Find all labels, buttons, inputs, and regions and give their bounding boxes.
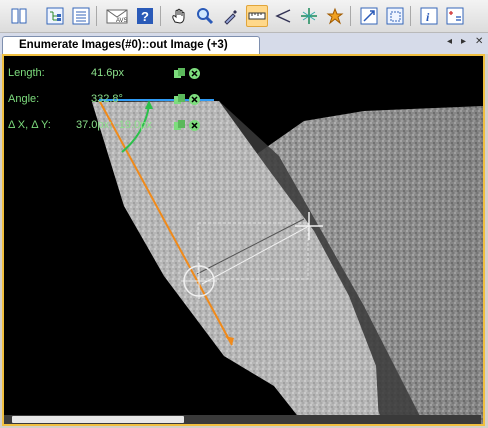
star-marker-button[interactable] xyxy=(324,5,346,27)
hand-pan-icon xyxy=(172,8,185,24)
image-viewer[interactable]: Length: 41.6px Angle: 332.8° Δ X, Δ Y: 3… xyxy=(2,54,485,426)
ruler-button[interactable] xyxy=(246,5,268,27)
avs-mail-icon: AVS xyxy=(106,9,128,24)
tab-strip: Enumerate Images(#0)::out Image (+3) xyxy=(0,33,488,54)
copy-angle-icon[interactable] xyxy=(174,94,186,105)
angle-label: Angle: xyxy=(8,93,40,105)
zoom-button[interactable] xyxy=(194,5,216,27)
angle-tool-icon xyxy=(275,9,291,23)
toolbar: AVS ? i xyxy=(0,0,488,33)
diagonal-resize-button[interactable] xyxy=(358,5,380,27)
svg-text:AVS: AVS xyxy=(116,18,128,24)
copy-length-icon[interactable] xyxy=(174,68,186,79)
remove-delta-icon[interactable] xyxy=(189,120,200,131)
color-picker-button[interactable] xyxy=(220,5,242,27)
info-icon: i xyxy=(420,7,438,25)
grayscale-image xyxy=(92,99,483,424)
tree-view-button[interactable] xyxy=(44,5,66,27)
avs-mail-button[interactable]: AVS xyxy=(104,5,130,27)
help-icon: ? xyxy=(137,8,153,24)
zoom-icon xyxy=(197,8,214,25)
remove-angle-icon[interactable] xyxy=(189,94,200,105)
selection-box-icon xyxy=(386,7,404,25)
image-math-button[interactable] xyxy=(444,5,466,27)
angle-tool-button[interactable] xyxy=(272,5,294,27)
tab-scroll-right-button[interactable]: ▸ xyxy=(461,35,466,49)
scrollbar-thumb[interactable] xyxy=(12,416,184,423)
tab-scroll-left-button[interactable]: ◂ xyxy=(447,35,452,49)
layout-columns-icon xyxy=(11,8,27,24)
length-label: Length: xyxy=(8,67,45,79)
star-marker-icon xyxy=(326,7,344,25)
help-button[interactable]: ? xyxy=(134,5,156,27)
cross-marker-button[interactable] xyxy=(298,5,320,27)
color-picker-icon xyxy=(224,10,237,25)
horizontal-scrollbar[interactable] xyxy=(4,415,481,424)
image-math-icon xyxy=(446,7,464,25)
length-value: 41.6px xyxy=(91,67,125,79)
ruler-icon xyxy=(248,12,266,20)
selection-box-button[interactable] xyxy=(384,5,406,27)
tree-view-icon xyxy=(46,7,64,25)
remove-length-icon[interactable] xyxy=(189,68,200,79)
info-button[interactable]: i xyxy=(418,5,440,27)
copy-delta-icon[interactable] xyxy=(174,120,186,131)
list-view-icon xyxy=(72,7,90,25)
angle-value: 332.8° xyxy=(91,93,123,105)
layout-columns-button[interactable] xyxy=(8,5,30,27)
cross-marker-icon xyxy=(301,8,317,24)
tab-close-button[interactable]: ✕ xyxy=(475,35,483,49)
hand-pan-button[interactable] xyxy=(168,5,190,27)
delta-xy-value: 37.0px; -19.0px xyxy=(76,119,152,131)
diagonal-resize-icon xyxy=(360,7,378,25)
list-view-button[interactable] xyxy=(70,5,92,27)
svg-text:?: ? xyxy=(141,9,149,24)
tab-enumerate-images[interactable]: Enumerate Images(#0)::out Image (+3) xyxy=(2,36,260,54)
delta-xy-label: Δ X, Δ Y: xyxy=(8,119,51,131)
